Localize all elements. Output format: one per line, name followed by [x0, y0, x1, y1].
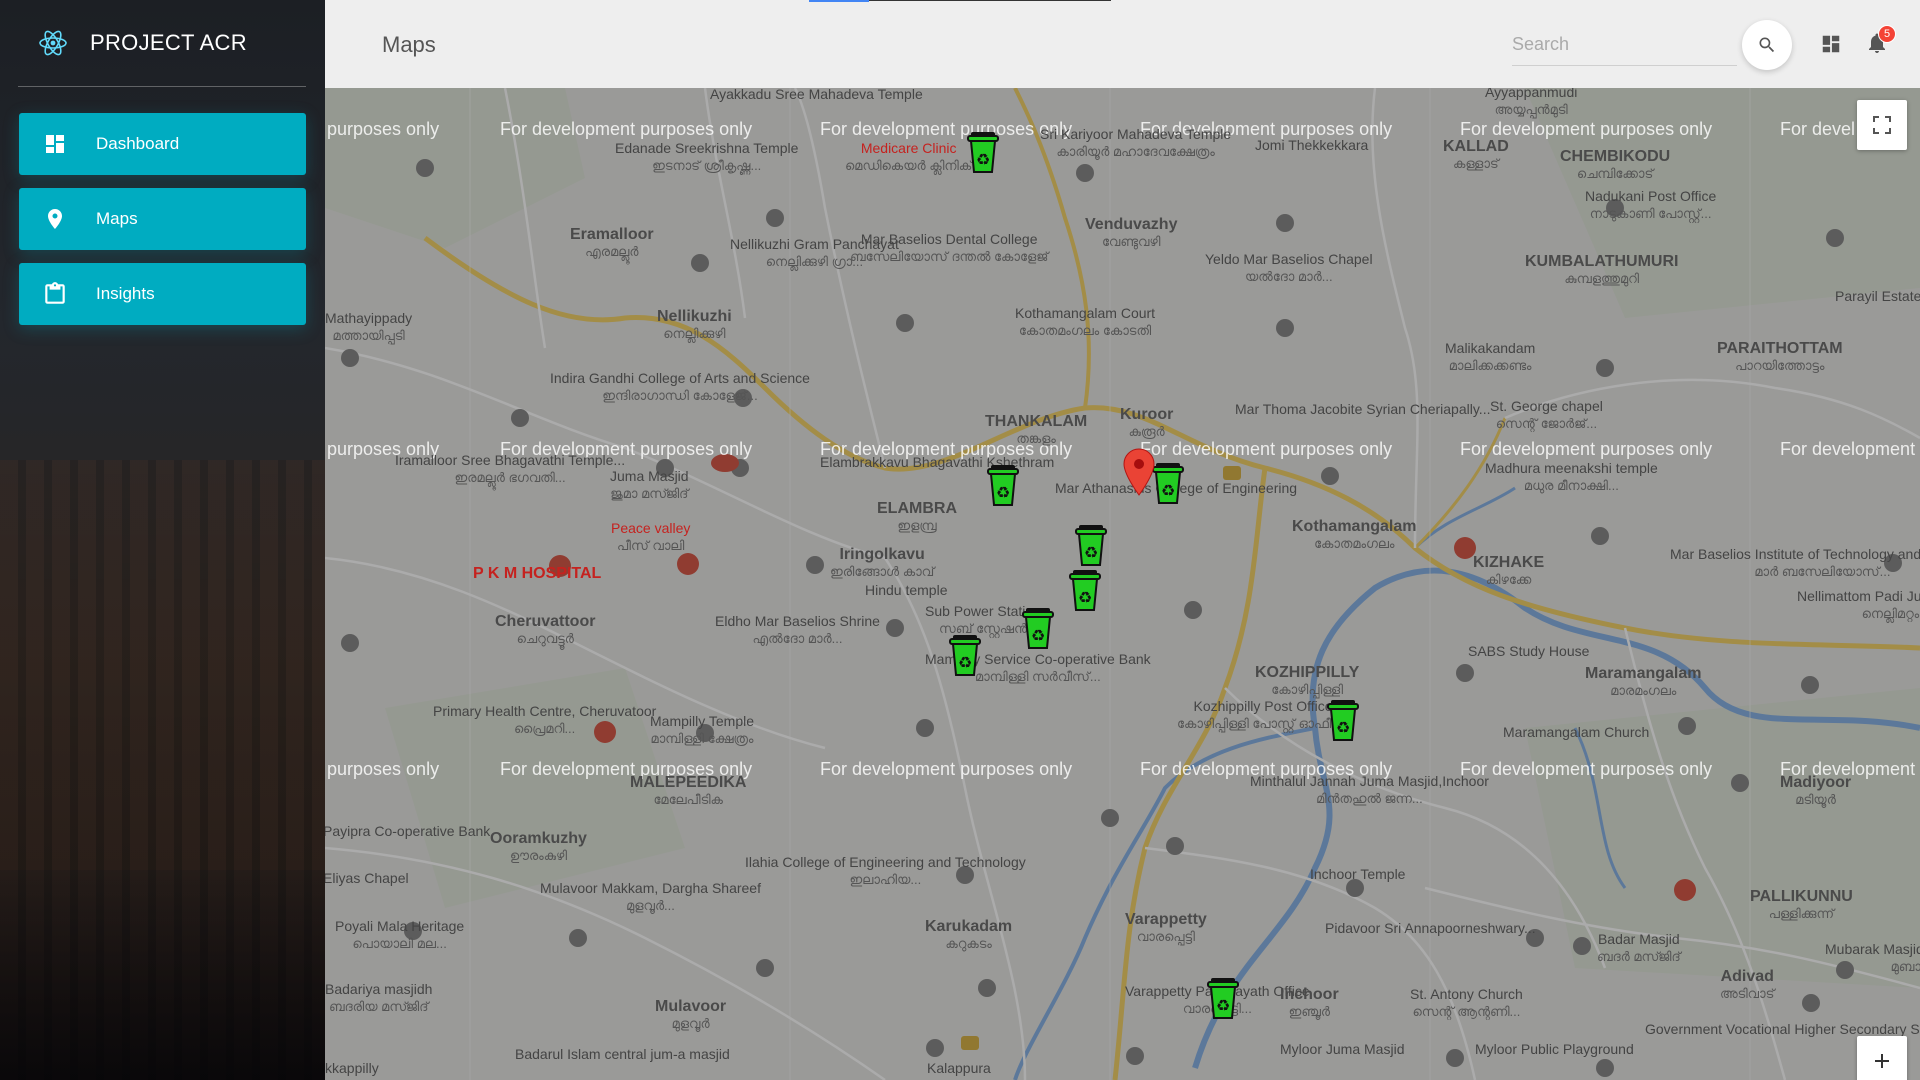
svg-text:♻: ♻: [1031, 626, 1045, 645]
fullscreen-icon: [1873, 116, 1891, 134]
app-title: PROJECT ACR: [90, 30, 247, 55]
sidebar-item-maps[interactable]: Maps: [19, 188, 306, 250]
recycle-bin-marker[interactable]: ♻: [1067, 568, 1103, 612]
loading-bar-track: [869, 0, 1111, 1]
react-logo-icon: [36, 26, 70, 60]
search-input[interactable]: [1512, 26, 1737, 62]
recycle-bin-marker[interactable]: ♻: [1205, 976, 1241, 1020]
recycle-bin-marker[interactable]: ♻: [1325, 698, 1361, 742]
location-pin-marker[interactable]: [1122, 448, 1156, 496]
recycle-bin-marker[interactable]: ♻: [1073, 523, 1109, 567]
plus-icon: [1875, 1054, 1889, 1068]
sidebar-item-insights[interactable]: Insights: [19, 263, 306, 325]
search-icon: [1759, 37, 1775, 53]
svg-text:♻: ♻: [1336, 718, 1350, 737]
recycle-bin-marker[interactable]: ♻: [947, 633, 983, 677]
svg-text:♻: ♻: [1216, 996, 1230, 1015]
recycle-bin-marker[interactable]: ♻: [1020, 606, 1056, 650]
sidebar: PROJECT ACR Dashboard Maps Insights: [0, 0, 325, 1080]
svg-text:♻: ♻: [996, 483, 1010, 502]
sidebar-item-dashboard[interactable]: Dashboard: [19, 113, 306, 175]
brand[interactable]: PROJECT ACR: [0, 0, 325, 86]
recycle-bin-marker[interactable]: ♻: [965, 130, 1001, 174]
notification-badge: 5: [1878, 25, 1896, 43]
sidebar-item-label: Dashboard: [96, 134, 180, 153]
sidebar-nav: Dashboard Maps Insights: [19, 113, 306, 338]
dashboard-icon: [1822, 35, 1840, 53]
location-pin-icon: [41, 205, 69, 233]
svg-text:♻: ♻: [1078, 588, 1092, 607]
svg-text:♻: ♻: [976, 150, 990, 169]
dashboard-icon: [41, 130, 69, 158]
recycle-bin-marker[interactable]: ♻: [985, 463, 1021, 507]
zoom-in-button[interactable]: [1857, 1036, 1907, 1080]
clipboard-icon: [41, 280, 69, 308]
search-field: [1512, 26, 1737, 66]
sidebar-item-label: Maps: [96, 209, 138, 228]
map-view[interactable]: purposes only For development purposes o…: [325, 88, 1920, 1080]
loading-bar: [809, 0, 869, 2]
dashboard-grid-button[interactable]: [1820, 33, 1842, 55]
road-shield-85-south: [961, 1036, 979, 1050]
svg-text:♻: ♻: [1084, 543, 1098, 562]
top-navbar: Maps 5: [325, 0, 1920, 88]
sidebar-background-shade: [0, 870, 325, 1080]
search-button[interactable]: [1742, 20, 1792, 70]
svg-text:♻: ♻: [958, 653, 972, 672]
road-shield-85: [1223, 466, 1241, 480]
map-basemap[interactable]: [325, 88, 1920, 1080]
fullscreen-button[interactable]: [1857, 100, 1907, 150]
svg-text:♻: ♻: [1161, 481, 1175, 500]
sidebar-item-label: Insights: [96, 284, 155, 303]
page-title: Maps: [382, 32, 436, 57]
brand-divider: [18, 86, 306, 87]
